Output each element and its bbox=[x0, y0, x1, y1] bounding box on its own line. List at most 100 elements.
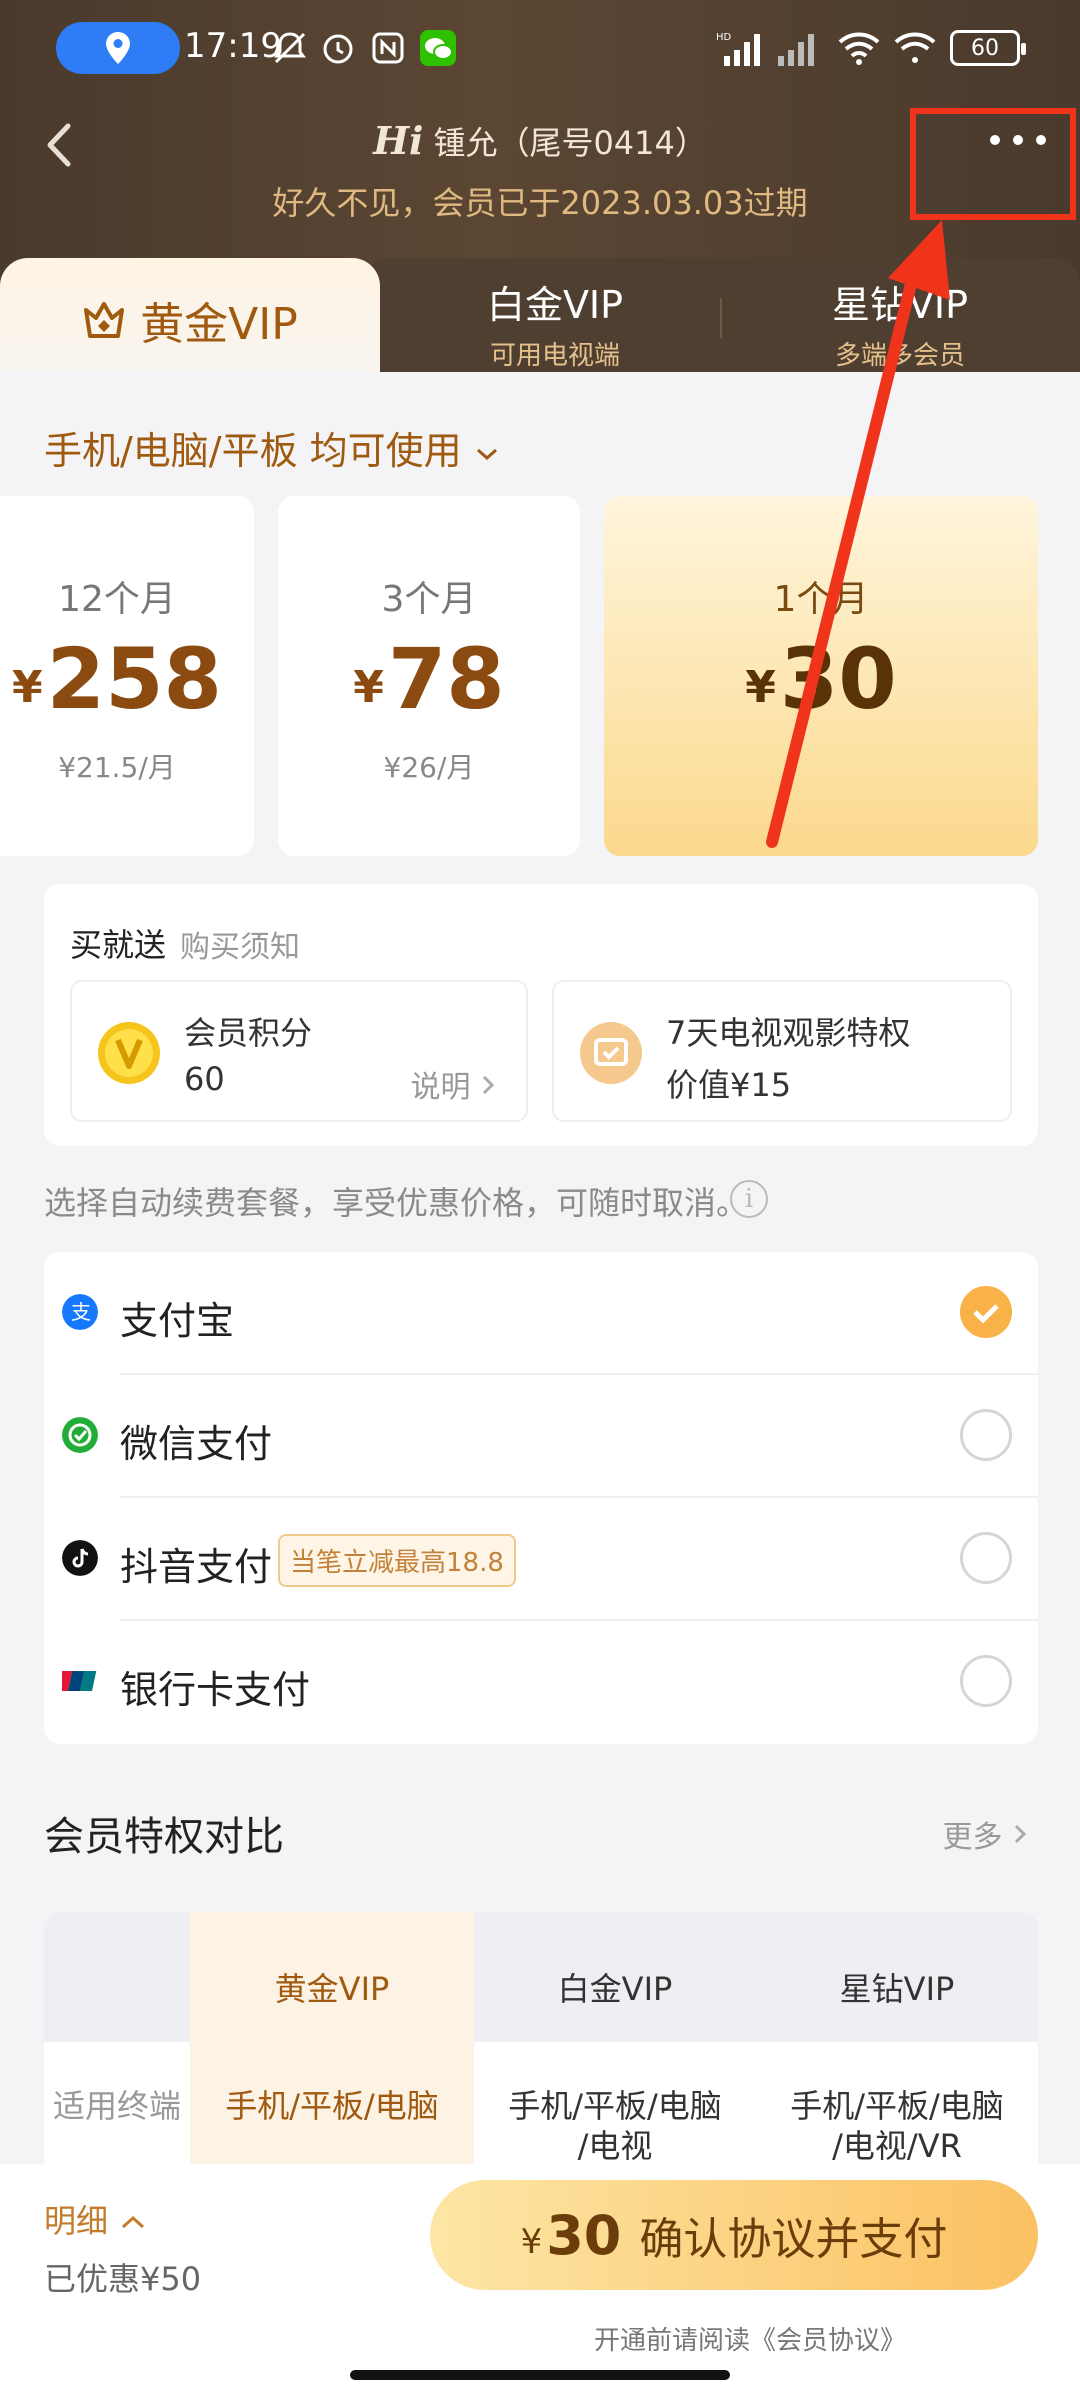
main-content: 手机/电脑/平板 均可使用 12个月 ¥258 ¥21.5/月 3个月 ¥78 … bbox=[0, 372, 1080, 2400]
purchase-notice-link[interactable]: 购买须知 bbox=[180, 922, 300, 966]
alipay-icon: 支 bbox=[62, 1294, 98, 1330]
plan-card-12m[interactable]: 12个月 ¥258 ¥21.5/月 bbox=[0, 496, 254, 856]
table-cell: 手机/平板/电脑 /电视 bbox=[508, 2087, 722, 2165]
payment-name: 银行卡支付 bbox=[120, 1668, 311, 1712]
chevron-up-icon bbox=[122, 2215, 145, 2229]
row-label: 适用终端 bbox=[52, 2087, 181, 2125]
crown-icon bbox=[84, 302, 125, 338]
tv-privilege-icon bbox=[580, 1022, 642, 1084]
location-pin-icon bbox=[106, 32, 130, 64]
nfc-icon bbox=[372, 32, 404, 64]
plan-duration: 12个月 bbox=[58, 579, 176, 620]
payment-alipay[interactable]: 支 支付宝 bbox=[44, 1252, 1038, 1375]
battery-indicator: 60 bbox=[950, 30, 1026, 66]
detail-label: 明细 bbox=[44, 2202, 109, 2240]
discount-summary: 已优惠¥50 bbox=[44, 2260, 202, 2298]
info-icon[interactable]: i bbox=[730, 1180, 768, 1218]
table-cell: 手机/平板/电脑 bbox=[225, 2087, 439, 2125]
pay-amount: 30 bbox=[546, 2203, 622, 2267]
svg-text:HD: HD bbox=[716, 32, 732, 43]
location-indicator bbox=[56, 22, 180, 74]
wechat-icon bbox=[420, 30, 456, 66]
explain-link[interactable]: 说明 bbox=[410, 1062, 496, 1106]
tab-divider bbox=[720, 298, 722, 338]
payment-name: 微信支付 bbox=[120, 1422, 273, 1466]
wechat-pay-icon bbox=[62, 1417, 98, 1453]
signal-hd-icon: HD bbox=[716, 32, 760, 66]
plan-duration: 3个月 bbox=[381, 579, 477, 620]
tab-label: 星钻VIP bbox=[831, 283, 969, 327]
agreement-link[interactable]: 开通前请阅读《会员协议》 bbox=[0, 2320, 1080, 2357]
compare-more-link[interactable]: 更多 bbox=[942, 1812, 1028, 1856]
annotation-highlight-box bbox=[910, 108, 1076, 220]
chevron-right-icon bbox=[1014, 1824, 1027, 1844]
wifi-icon bbox=[838, 32, 880, 65]
plan-monthly-price: ¥26/月 bbox=[383, 751, 475, 784]
more-label: 更多 bbox=[942, 1820, 1003, 1855]
tab-label: 黄金VIP bbox=[140, 299, 298, 350]
bonus-item-value: 价值¥15 bbox=[666, 1066, 792, 1104]
currency-symbol: ¥ bbox=[12, 662, 43, 713]
table-cell: 手机/平板/电脑 /电视/VR bbox=[790, 2087, 1004, 2165]
signal-weak-icon bbox=[778, 34, 814, 66]
payment-bankcard[interactable]: 银行卡支付 bbox=[44, 1621, 1038, 1744]
detail-toggle[interactable]: 明细 bbox=[44, 2196, 148, 2242]
checkout-bar: 明细 已优惠¥50 ¥ 30 确认协议并支付 开通前请阅读《会员协议》 bbox=[0, 2164, 1080, 2400]
home-indicator bbox=[350, 2370, 730, 2380]
plan-price-value: 258 bbox=[46, 630, 222, 728]
column-header: 白金VIP bbox=[557, 1970, 673, 2008]
auto-renew-note: 选择自动续费套餐，享受优惠价格，可随时取消。 bbox=[44, 1184, 749, 1222]
radio-unchecked[interactable] bbox=[960, 1409, 1012, 1461]
unionpay-icon bbox=[62, 1671, 97, 1691]
tab-label: 白金VIP bbox=[486, 283, 624, 327]
confirm-pay-button[interactable]: ¥ 30 确认协议并支付 bbox=[430, 2180, 1038, 2290]
bonus-item-value: 60 bbox=[184, 1060, 225, 1098]
device-scope-dropdown[interactable]: 手机/电脑/平板 均可使用 bbox=[44, 420, 500, 475]
payment-name: 支付宝 bbox=[120, 1299, 235, 1343]
chevron-down-icon bbox=[476, 448, 497, 461]
payment-wechat[interactable]: 微信支付 bbox=[44, 1375, 1038, 1498]
tab-gold-vip[interactable]: 黄金VIP bbox=[0, 258, 380, 382]
wifi-6-icon bbox=[894, 32, 936, 63]
column-header: 黄金VIP bbox=[274, 1970, 390, 2008]
plan-card-3m[interactable]: 3个月 ¥78 ¥26/月 bbox=[278, 496, 580, 856]
plan-duration: 1个月 bbox=[773, 579, 869, 620]
column-header: 星钻VIP bbox=[839, 1970, 955, 2008]
compare-section-title: 会员特权对比 bbox=[44, 1814, 284, 1860]
svg-text:支: 支 bbox=[71, 1300, 91, 1324]
plan-card-1m[interactable]: 1个月 ¥30 bbox=[604, 496, 1038, 856]
user-name: 锺允（尾号0414） bbox=[433, 124, 707, 162]
payment-methods: 支 支付宝 微信支付 抖音支付 当笔立减最高18.8 银行卡支付 bbox=[44, 1252, 1038, 1744]
radio-unchecked[interactable] bbox=[960, 1655, 1012, 1707]
promo-badge: 当笔立减最高18.8 bbox=[278, 1534, 516, 1587]
header: 17:19 HD 60 Hi 锺允（尾号0414） 好久不见，会员已于2023.… bbox=[0, 0, 1080, 382]
bonus-item-title: 7天电视观影特权 bbox=[666, 1014, 911, 1052]
tab-platinum-vip[interactable]: 白金VIP 可用电视端 bbox=[390, 258, 720, 374]
explain-label: 说明 bbox=[410, 1070, 471, 1105]
tab-sublabel: 多端多会员 bbox=[834, 341, 965, 371]
plan-monthly-price: ¥21.5/月 bbox=[58, 751, 176, 784]
radio-unchecked[interactable] bbox=[960, 1532, 1012, 1584]
chevron-right-icon bbox=[482, 1075, 495, 1095]
bonus-item-title: 会员积分 bbox=[184, 1014, 313, 1052]
plan-price: ¥78 bbox=[278, 630, 580, 728]
bonus-points-card[interactable]: 会员积分 60 说明 bbox=[70, 980, 528, 1122]
bell-off-icon bbox=[274, 32, 306, 64]
plan-price: ¥258 bbox=[0, 630, 254, 728]
greeting-hi: Hi bbox=[373, 118, 424, 163]
currency-symbol: ¥ bbox=[353, 662, 384, 713]
plan-price: ¥30 bbox=[604, 630, 1038, 728]
payment-douyin[interactable]: 抖音支付 当笔立减最高18.8 bbox=[44, 1498, 1038, 1621]
status-time: 17:19 bbox=[184, 26, 282, 66]
payment-name: 抖音支付 bbox=[120, 1545, 273, 1589]
pay-button-label: 确认协议并支付 bbox=[639, 2214, 948, 2265]
radio-checked[interactable] bbox=[960, 1286, 1012, 1338]
purchase-bonus-panel: 买就送 购买须知 会员积分 60 说明 7天电视观影特权 价值¥15 bbox=[44, 884, 1038, 1146]
tab-sublabel: 可用电视端 bbox=[489, 341, 620, 371]
bonus-title: 买就送 bbox=[70, 926, 167, 964]
currency-symbol: ¥ bbox=[745, 662, 776, 713]
status-bar: 17:19 HD 60 bbox=[0, 0, 1080, 100]
plan-price-value: 30 bbox=[779, 630, 897, 728]
tab-diamond-vip[interactable]: 星钻VIP 多端多会员 bbox=[740, 258, 1060, 374]
device-scope-label: 手机/电脑/平板 均可使用 bbox=[44, 429, 462, 473]
